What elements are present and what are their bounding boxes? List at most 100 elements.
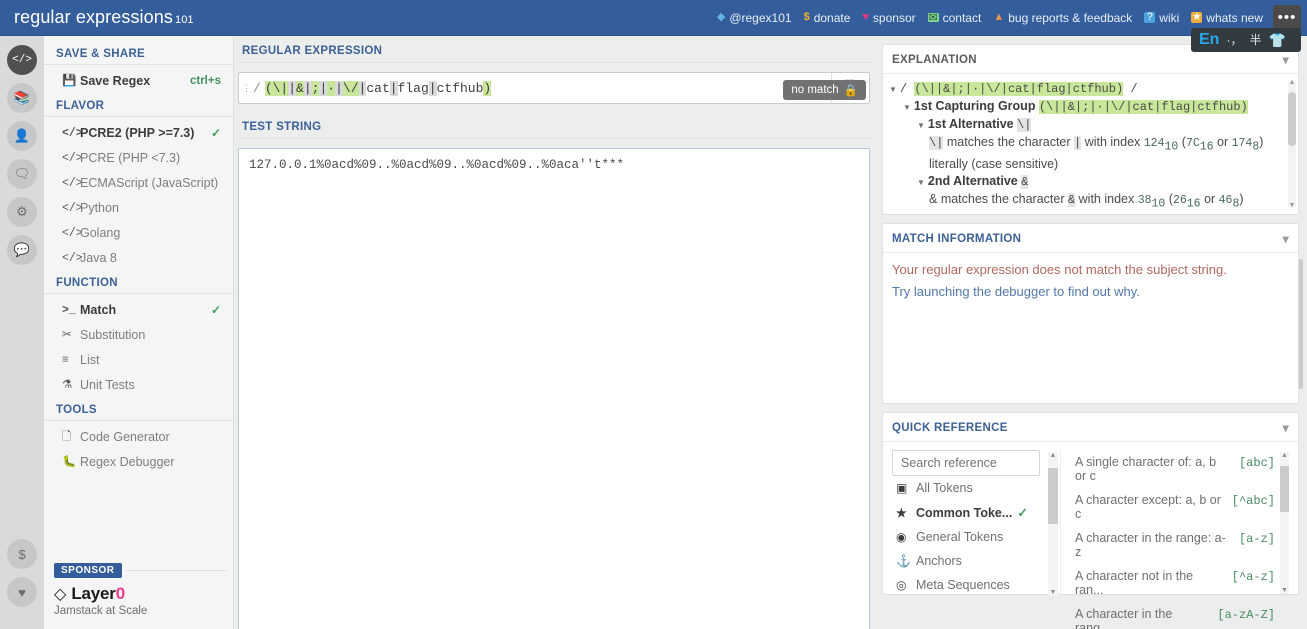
triangle-down-icon[interactable]: ▼ xyxy=(889,85,897,94)
triangle-down-icon[interactable]: ▼ xyxy=(917,121,925,130)
qr-category-anchors[interactable]: ⚓ Anchors xyxy=(892,549,1048,573)
scroll-up-icon[interactable]: ▲ xyxy=(1288,79,1296,86)
sidebar-item-code-generator[interactable]: 🗋 Code Generator xyxy=(44,425,233,450)
drag-handle-icon[interactable]: ⋮ xyxy=(239,73,253,103)
scrollbar-thumb[interactable] xyxy=(1288,92,1296,146)
rail-item-chat[interactable]: 🗨 xyxy=(7,159,37,189)
explanation-scrollbar[interactable]: ▲ ▼ xyxy=(1288,79,1296,209)
rail-item-library[interactable]: 📚 xyxy=(7,83,37,113)
rail-item-community[interactable]: 💬 xyxy=(7,235,37,265)
regex-token: · xyxy=(327,80,336,96)
regex-token: & xyxy=(296,80,304,96)
no-match-badge[interactable]: no match 🔒 xyxy=(783,80,866,100)
nav-donate[interactable]: $ donate xyxy=(798,11,857,25)
nav-wiki[interactable]: ? wiki xyxy=(1138,11,1185,25)
regex-token: | xyxy=(335,80,343,96)
mail-icon: ✉ xyxy=(927,12,939,24)
ime-punctuation-icon[interactable]: ·， xyxy=(1226,34,1242,46)
rail-item-sponsor[interactable]: ♥ xyxy=(7,577,37,607)
check-icon: ✓ xyxy=(210,303,221,317)
debugger-hint-link[interactable]: Try launching the debugger to find out w… xyxy=(892,281,1289,303)
sidebar-item-substitution[interactable]: ✂ Substitution xyxy=(44,323,233,348)
nav-twitter[interactable]: ◆ @regex101 xyxy=(711,11,798,25)
scroll-up-icon[interactable]: ▲ xyxy=(1280,452,1289,459)
dollar-icon: $ xyxy=(803,11,810,23)
page-scrollbar-thumb[interactable] xyxy=(1299,259,1303,389)
nav-bug-reports[interactable]: ▲ bug reports & feedback xyxy=(987,11,1138,25)
explanation-text: with index xyxy=(1081,135,1144,149)
qr-entries-scrollbar[interactable]: ▲ ▼ xyxy=(1280,452,1289,594)
sidebar-item-golang[interactable]: </> Golang xyxy=(44,221,233,246)
sidebar-item-python[interactable]: </> Python xyxy=(44,196,233,221)
ime-language-indicator[interactable]: En xyxy=(1199,32,1219,48)
regex-input-box[interactable]: ⋮ / (\||&|;|·|\/|cat|flag|ctfhub) / 🗋 xyxy=(238,72,870,104)
code-icon: </> xyxy=(12,54,32,66)
rail-item-donate[interactable]: $ xyxy=(7,539,37,569)
explanation-text: ) xyxy=(1239,191,1244,206)
sidebar-item-unit-tests[interactable]: ⚗ Unit Tests xyxy=(44,373,233,398)
scroll-down-icon[interactable]: ▼ xyxy=(1048,589,1058,596)
qr-category-all-tokens[interactable]: ▣ All Tokens xyxy=(892,476,1048,500)
sidebar-item-save-regex[interactable]: 💾 Save Regex ctrl+s xyxy=(44,69,233,94)
explanation-text: 1st Capturing Group xyxy=(913,99,1039,113)
scrollbar-thumb[interactable] xyxy=(1048,468,1058,524)
sidebar-item-pcre2[interactable]: </> PCRE2 (PHP >=7.3) ✓ xyxy=(44,121,233,146)
quick-reference-categories: ▣ All Tokens ★ Common Toke... ✓ ◉ Genera… xyxy=(892,450,1060,597)
match-information-body: Your regular expression does not match t… xyxy=(883,253,1303,403)
ime-width-icon[interactable]: 半 xyxy=(1249,34,1261,46)
qr-entry-row[interactable]: A character not in the ran... [^a-z] xyxy=(1075,564,1275,602)
qr-category-general-tokens[interactable]: ◉ General Tokens xyxy=(892,525,1048,549)
no-match-message: Your regular expression does not match t… xyxy=(892,262,1227,277)
nav-twitter-label: @regex101 xyxy=(729,10,792,25)
triangle-down-icon[interactable]: ▼ xyxy=(903,103,911,112)
scroll-down-icon[interactable]: ▼ xyxy=(1288,202,1296,209)
search-reference-input[interactable] xyxy=(892,450,1040,476)
sidebar-item-list[interactable]: ≡ List xyxy=(44,348,233,373)
explanation-row: \| matches the character | with index 12… xyxy=(889,134,1289,156)
site-logo-101: 101 xyxy=(174,14,194,26)
sidebar-item-pcre[interactable]: </> PCRE (PHP <7.3) xyxy=(44,146,233,171)
chevron-down-icon[interactable]: ▾ xyxy=(1283,421,1289,435)
triangle-down-icon[interactable]: ▼ xyxy=(917,178,925,187)
regex-token: ) xyxy=(483,80,492,96)
sidebar-item-regex-debugger[interactable]: 🐛 Regex Debugger xyxy=(44,450,233,475)
sidebar-item-label: PCRE (PHP <7.3) xyxy=(80,151,181,165)
quick-reference-title: QUICK REFERENCE xyxy=(892,422,1008,434)
test-string-input[interactable]: 127.0.0.1%0acd%09..%0acd%09..%0acd%09..%… xyxy=(238,148,870,629)
nav-whats-new[interactable]: ★ whats new xyxy=(1185,11,1269,25)
scroll-up-icon[interactable]: ▲ xyxy=(1048,452,1058,459)
site-logo[interactable]: regular expressions 101 xyxy=(14,7,194,28)
more-menu-button[interactable]: ••• xyxy=(1273,4,1301,31)
sponsor-block[interactable]: SPONSOR ◇ Layer0 Jamstack at Scale xyxy=(54,563,226,617)
match-information-panel: MATCH INFORMATION ▾ Your regular express… xyxy=(882,223,1303,404)
qr-category-meta-sequences[interactable]: ◎ Meta Sequences xyxy=(892,573,1048,597)
twitter-bird-icon: ◆ xyxy=(716,11,726,23)
rail-item-code[interactable]: </> xyxy=(7,45,37,75)
nav-contact[interactable]: ✉ contact xyxy=(922,11,988,25)
sidebar-item-java8[interactable]: </> Java 8 xyxy=(44,246,233,271)
rail-item-settings[interactable]: ⚙ xyxy=(7,197,37,227)
qr-category-common-tokens[interactable]: ★ Common Toke... ✓ xyxy=(892,500,1048,525)
qr-entry-row[interactable]: A character in the rang... [a-zA-Z] xyxy=(1075,602,1275,629)
nav-sponsor[interactable]: ♥ sponsor xyxy=(856,11,921,25)
code-icon: </> xyxy=(62,252,83,265)
regex-token: | xyxy=(288,80,297,96)
qr-categories-scrollbar[interactable]: ▲ ▼ xyxy=(1048,452,1058,596)
chevron-down-icon[interactable]: ▾ xyxy=(1283,232,1289,246)
sidebar-item-ecmascript[interactable]: </> ECMAScript (JavaScript) xyxy=(44,171,233,196)
regex-input[interactable]: (\| | & |; | · | \/| cat | flag | ctfhub) xyxy=(261,73,816,103)
match-information-title: MATCH INFORMATION xyxy=(892,233,1022,245)
rail-item-account[interactable]: 👤 xyxy=(7,121,37,151)
no-match-label: no match xyxy=(791,84,839,96)
scrollbar-thumb[interactable] xyxy=(1280,466,1289,512)
icon-rail: </> 📚 👤 🗨 ⚙ 💬 $ ♥ xyxy=(0,36,44,629)
qr-entry-row[interactable]: A single character of: a, b or c [abc] xyxy=(1075,450,1275,488)
sidebar-item-match[interactable]: >_ Match ✓ xyxy=(44,298,233,323)
nav-sponsor-label: sponsor xyxy=(872,10,916,25)
sponsor-brand[interactable]: ◇ Layer0 xyxy=(54,584,226,604)
scroll-down-icon[interactable]: ▼ xyxy=(1280,587,1289,594)
chevron-down-icon[interactable]: ▾ xyxy=(1283,53,1289,67)
qr-entry-row[interactable]: A character except: a, b or c [^abc] xyxy=(1075,488,1275,526)
ime-skin-icon[interactable]: 👕 xyxy=(1268,33,1285,47)
qr-entry-row[interactable]: A character in the range: a-z [a-z] xyxy=(1075,526,1275,564)
